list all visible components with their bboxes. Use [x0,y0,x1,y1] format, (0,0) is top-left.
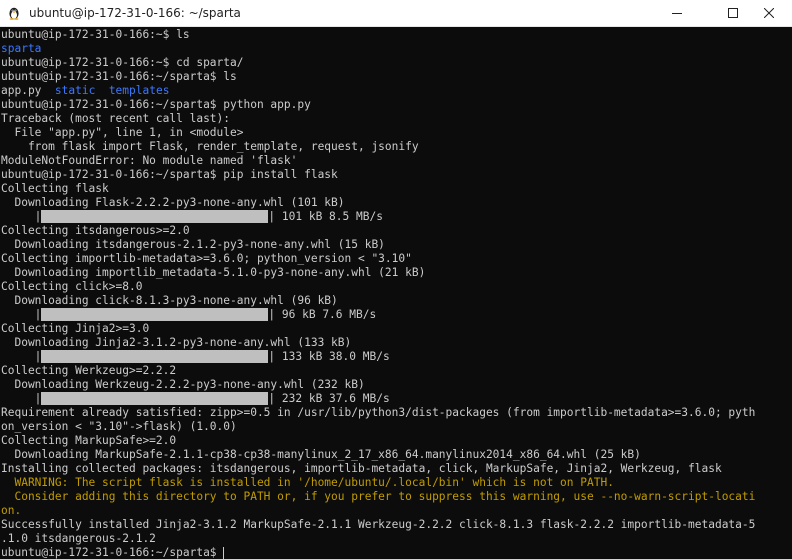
terminal-line: Collecting Werkzeug>=2.2.2 [1,364,792,378]
output-text: Downloading Flask-2.2.2-py3-none-any.whl… [1,196,345,209]
output-text: .1.0 itsdangerous-2.1.2 [1,532,156,545]
progress-stats: 101 kB 8.5 MB/s [275,210,383,223]
minimize-button[interactable] [654,0,700,26]
terminal-line: ModuleNotFoundError: No module named 'fl… [1,154,792,168]
terminal-line: ubuntu@ip-172-31-0-166:~$ ls [1,28,792,42]
terminal-line: File "app.py", line 1, in <module> [1,126,792,140]
terminal-line: | | 101 kB 8.5 MB/s [1,210,383,223]
terminal-line: Collecting itsdangerous>=2.0 [1,224,792,238]
ls-directory: static [54,84,96,97]
terminal-window: ubuntu@ip-172-31-0-166: ~/sparta ubuntu@… [0,0,792,559]
output-text: Collecting flask [1,182,109,195]
progress-bar [41,210,269,223]
terminal-line: on. [1,504,792,518]
warning-text: on. [1,504,22,517]
terminal-output[interactable]: ubuntu@ip-172-31-0-166:~$ ls sparta ubuntu… [0,28,792,559]
output-text: Collecting MarkupSafe>=2.0 [1,434,177,447]
progress-bar [41,392,269,405]
terminal-line: Downloading importlib_metadata-5.1.0-py3… [1,266,792,280]
output-text: File "app.py", line 1, in <module> [1,126,244,139]
terminal-line: Installing collected packages: itsdanger… [1,462,792,476]
terminal-line: Downloading Flask-2.2.2-py3-none-any.whl… [1,196,792,210]
close-button[interactable] [746,0,792,26]
terminal-line: | | 133 kB 38.0 MB/s [1,350,390,363]
terminal-line: Downloading itsdangerous-2.1.2-py3-none-… [1,238,792,252]
warning-text: WARNING: The script flask is installed i… [1,476,614,489]
tux-penguin-icon [7,6,21,20]
terminal-line: Traceback (most recent call last): [1,112,792,126]
output-text: Collecting click>=8.0 [1,280,143,293]
terminal-line: Collecting Jinja2>=3.0 [1,322,792,336]
output-text: ubuntu@ip-172-31-0-166:~$ ls [1,28,190,41]
progress-stats: 232 kB 37.6 MB/s [275,392,390,405]
terminal-line: sparta [1,42,792,56]
output-text: Traceback (most recent call last): [1,112,231,125]
minimize-icon [672,8,682,18]
terminal-line: ubuntu@ip-172-31-0-166:~/sparta$ [1,546,792,559]
terminal-line: ubuntu@ip-172-31-0-166:~/sparta$ ls [1,70,792,84]
output-text: sparta [1,42,42,55]
terminal-line: Collecting importlib-metadata>=3.6.0; py… [1,252,792,266]
output-text: Downloading importlib_metadata-5.1.0-py3… [1,266,426,279]
progress-bar [41,350,269,363]
output-text: Collecting itsdangerous>=2.0 [1,224,190,237]
ls-directory: templates [108,84,170,97]
output-text: Installing collected packages: itsdanger… [1,462,722,475]
maximize-icon [728,8,738,18]
terminal-line: .1.0 itsdangerous-2.1.2 [1,532,792,546]
terminal-line: on_version < "3.10"->flask) (1.0.0) [1,420,792,434]
terminal-line: app.py static templates [1,84,792,98]
output-text: Collecting importlib-metadata>=3.6.0; py… [1,252,412,265]
output-text: Downloading itsdangerous-2.1.2-py3-none-… [1,238,385,251]
terminal-line: Collecting MarkupSafe>=2.0 [1,434,792,448]
terminal-line: from flask import Flask, render_template… [1,140,792,154]
terminal-line: WARNING: The script flask is installed i… [1,476,792,490]
terminal-line: ubuntu@ip-172-31-0-166:~/sparta$ python … [1,98,792,112]
warning-text: Consider adding this directory to PATH o… [1,490,756,503]
output-text: Downloading Werkzeug-2.2.2-py3-none-any.… [1,378,365,391]
text-cursor [223,547,225,559]
output-text: Downloading MarkupSafe-2.1.1-cp38-cp38-m… [1,448,641,461]
terminal-line: Downloading MarkupSafe-2.1.1-cp38-cp38-m… [1,448,792,462]
output-text: Successfully installed Jinja2-3.1.2 Mark… [1,518,756,531]
progress-bar [41,308,269,321]
output-text: ModuleNotFoundError: No module named 'fl… [1,154,298,167]
terminal-line: Successfully installed Jinja2-3.1.2 Mark… [1,518,792,532]
terminal-line: Downloading Werkzeug-2.2.2-py3-none-any.… [1,378,792,392]
terminal-line: Collecting click>=8.0 [1,280,792,294]
progress-stats: 133 kB 38.0 MB/s [275,350,390,363]
terminal-line: ubuntu@ip-172-31-0-166:~$ cd sparta/ [1,56,792,70]
progress-stats: 96 kB 7.6 MB/s [275,308,377,321]
output-text: ubuntu@ip-172-31-0-166:~$ cd sparta/ [1,56,244,69]
terminal-line: Consider adding this directory to PATH o… [1,490,792,504]
output-text: Requirement already satisfied: zipp>=0.5… [1,406,756,419]
output-text: Collecting Werkzeug>=2.2.2 [1,364,177,377]
output-text: Collecting Jinja2>=3.0 [1,322,150,335]
close-icon [764,8,774,18]
output-text: on_version < "3.10"->flask) (1.0.0) [1,420,237,433]
terminal-line: Downloading Jinja2-3.1.2-py3-none-any.wh… [1,336,792,350]
terminal-line: Requirement already satisfied: zipp>=0.5… [1,406,792,420]
output-text: Downloading click-8.1.3-py3-none-any.whl… [1,294,338,307]
terminal-line: | | 96 kB 7.6 MB/s [1,308,377,321]
terminal-line: Downloading click-8.1.3-py3-none-any.whl… [1,294,792,308]
output-text: ubuntu@ip-172-31-0-166:~/sparta$ pip ins… [1,168,338,181]
window-title: ubuntu@ip-172-31-0-166: ~/sparta [29,6,241,20]
output-text: ubuntu@ip-172-31-0-166:~/sparta$ python … [1,98,311,111]
terminal-line: | | 232 kB 37.6 MB/s [1,392,390,405]
title-bar[interactable]: ubuntu@ip-172-31-0-166: ~/sparta [0,0,792,27]
ls-file: app.py [1,84,42,97]
shell-prompt: ubuntu@ip-172-31-0-166:~/sparta$ [1,546,224,559]
output-text: Downloading Jinja2-3.1.2-py3-none-any.wh… [1,336,352,349]
terminal-line: Collecting flask [1,182,792,196]
terminal-line: ubuntu@ip-172-31-0-166:~/sparta$ pip ins… [1,168,792,182]
output-text: from flask import Flask, render_template… [1,140,419,153]
output-text: ubuntu@ip-172-31-0-166:~/sparta$ ls [1,70,237,83]
